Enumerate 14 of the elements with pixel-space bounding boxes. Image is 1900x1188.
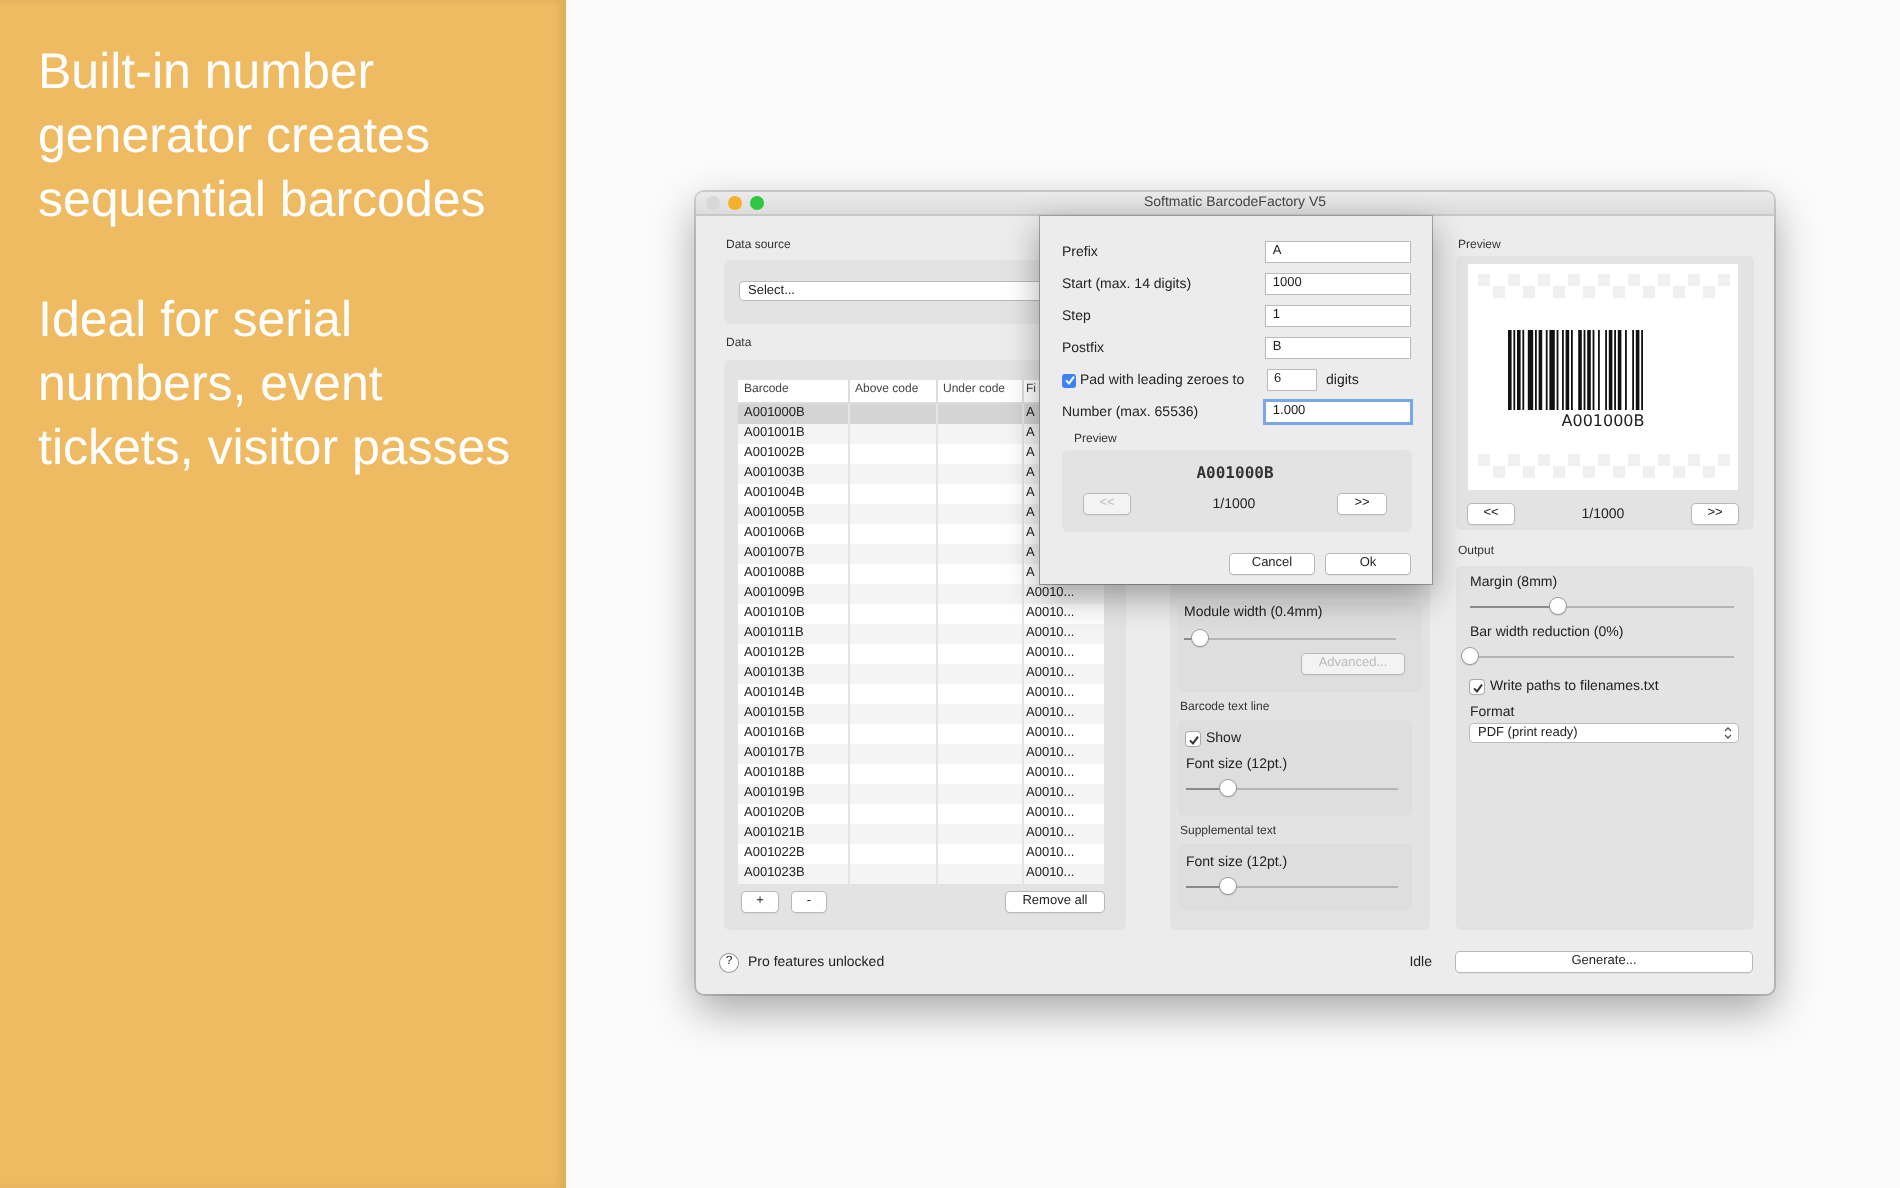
subheadline: Ideal for serial numbers, event tickets, visitor passes <box>38 290 513 480</box>
zoom-button[interactable] <box>750 196 764 210</box>
headline: Built-in number generator creates sequential barcodes <box>38 42 488 232</box>
checkbox[interactable] <box>1186 732 1200 746</box>
slider-thumb[interactable] <box>1220 878 1237 894</box>
slider-thumb[interactable] <box>1220 780 1237 796</box>
stepper-icon <box>1724 726 1732 740</box>
checkbox[interactable] <box>1470 680 1484 694</box>
slider-thumb[interactable] <box>1192 630 1209 646</box>
slider-thumb[interactable] <box>1462 648 1478 664</box>
barcode-text: A001000B <box>1557 412 1649 430</box>
minimize-button[interactable] <box>728 196 742 210</box>
slider-thumb[interactable] <box>1549 598 1566 614</box>
barcode-text: A001000B <box>1196 464 1274 482</box>
